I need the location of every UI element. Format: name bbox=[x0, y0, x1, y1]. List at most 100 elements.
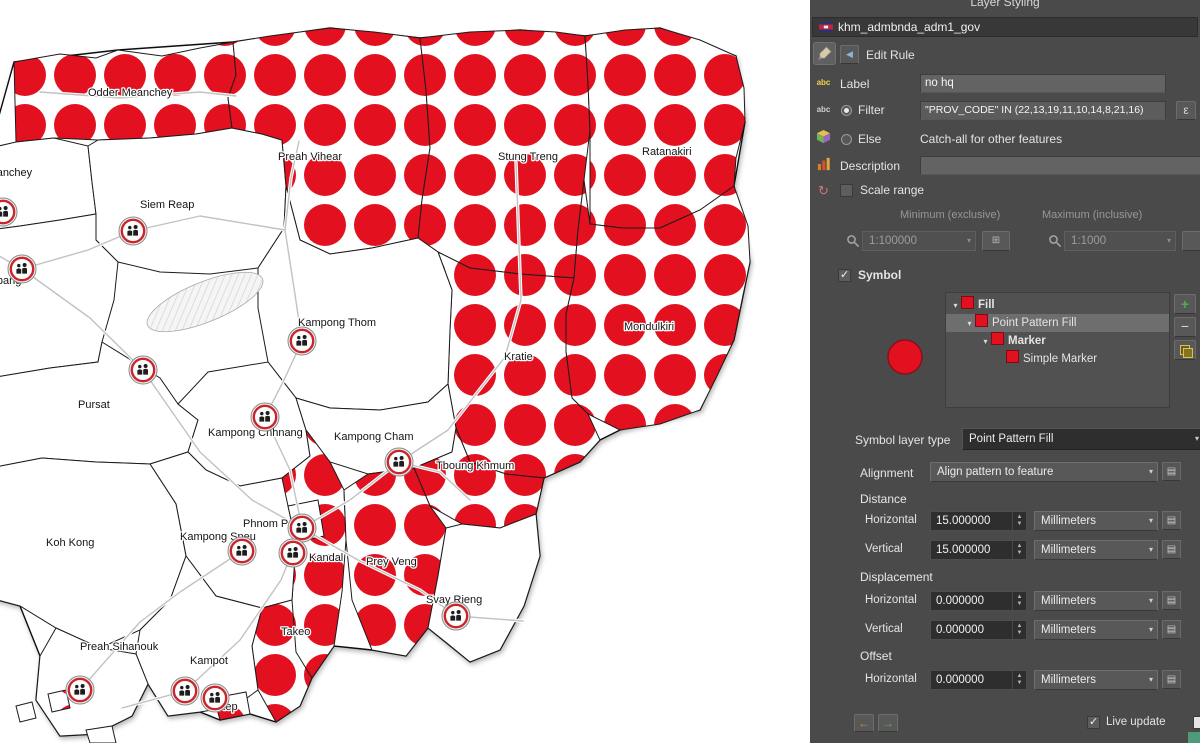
tree-item-point-pattern-fill[interactable]: ▾Point Pattern Fill bbox=[946, 314, 1169, 332]
map-canvas[interactable]: Odder MeancheyBanteay MeancheySiem ReapP… bbox=[0, 0, 810, 743]
distance-vertical-unit-combo[interactable]: Millimeters▾ bbox=[1034, 540, 1158, 560]
province-label: Koh Kong bbox=[46, 537, 94, 549]
province-label: Kampong Cham bbox=[334, 431, 414, 443]
filter-radio[interactable] bbox=[841, 105, 852, 116]
offset-horizontal-unit-combo[interactable]: Millimeters▾ bbox=[1034, 670, 1158, 690]
data-defined-override-button[interactable]: ▤ bbox=[1162, 540, 1181, 559]
spin-arrows-icon[interactable]: ▲▼ bbox=[1012, 671, 1026, 689]
displacement-vertical-spinbox[interactable]: 0.000000▲▼ bbox=[930, 620, 1027, 640]
island-2[interactable] bbox=[16, 702, 36, 722]
offset-label: Offset bbox=[860, 649, 892, 663]
chevron-down-icon: ▾ bbox=[967, 232, 971, 250]
data-defined-override-button[interactable]: ▤ bbox=[1162, 670, 1181, 689]
data-defined-override-button[interactable]: ▤ bbox=[1162, 591, 1181, 610]
diagrams-tab[interactable] bbox=[813, 153, 834, 174]
hq-marker bbox=[251, 403, 279, 431]
data-defined-icon: ▤ bbox=[1167, 544, 1176, 555]
expression-builder-button[interactable]: ε bbox=[1176, 101, 1196, 120]
description-input[interactable] bbox=[920, 156, 1200, 175]
set-to-current-scale-button[interactable]: ⊞ bbox=[982, 231, 1010, 251]
expander-icon[interactable]: ▾ bbox=[950, 297, 961, 315]
province-label: Tboung Khmum bbox=[436, 460, 514, 472]
spin-arrows-icon[interactable]: ▲▼ bbox=[1012, 541, 1026, 559]
distance-horizontal-unit-combo[interactable]: Millimeters▾ bbox=[1034, 511, 1158, 531]
zoom-out-icon bbox=[846, 234, 860, 248]
remove-symbol-layer-button[interactable]: − bbox=[1174, 317, 1196, 337]
marker-swatch-icon bbox=[991, 332, 1004, 345]
spin-arrows-icon[interactable]: ▲▼ bbox=[1012, 621, 1026, 639]
duplicate-icon-back bbox=[1183, 348, 1193, 358]
tree-item-marker[interactable]: ▾Marker bbox=[946, 332, 1169, 350]
plus-icon: + bbox=[1181, 296, 1189, 312]
tree-item-simple-marker[interactable]: Simple Marker bbox=[946, 350, 1169, 368]
data-defined-override-button[interactable]: ▤ bbox=[1162, 620, 1181, 639]
offset-horizontal-spinbox[interactable]: 0.000000▲▼ bbox=[930, 670, 1027, 690]
layer-selector[interactable]: khm_admbnda_adm1_gov bbox=[812, 17, 1198, 37]
label-input[interactable]: no hq bbox=[920, 74, 1166, 93]
distance-vertical-label: Vertical bbox=[865, 543, 903, 555]
data-defined-override-button[interactable]: ▤ bbox=[1162, 462, 1181, 481]
clipped-checkbox[interactable] bbox=[1193, 716, 1200, 729]
data-defined-override-button[interactable]: ▤ bbox=[1162, 511, 1181, 530]
duplicate-symbol-layer-button[interactable] bbox=[1174, 340, 1196, 360]
displacement-horizontal-unit-combo[interactable]: Millimeters▾ bbox=[1034, 591, 1158, 611]
hq-marker bbox=[171, 677, 199, 705]
province-label: Siem Reap bbox=[140, 199, 194, 211]
filter-expression-input[interactable]: "PROV_CODE" IN (22,13,19,11,10,14,8,21,1… bbox=[920, 101, 1166, 120]
symbol-layer-type-combo[interactable]: Point Pattern Fill▾ bbox=[962, 428, 1200, 450]
back-button[interactable]: ◀ bbox=[840, 45, 859, 64]
spin-arrows-icon[interactable]: ▲▼ bbox=[1012, 592, 1026, 610]
layer-name: khm_admbnda_adm1_gov bbox=[838, 20, 980, 34]
scale-range-checkbox[interactable] bbox=[840, 184, 853, 197]
displacement-horizontal-spinbox[interactable]: 0.000000▲▼ bbox=[930, 591, 1027, 611]
view-3d-tab[interactable] bbox=[813, 126, 834, 147]
labels-tab[interactable]: abc bbox=[813, 72, 834, 93]
minus-icon: − bbox=[1181, 318, 1189, 334]
label-label: Label bbox=[840, 77, 869, 91]
symbol-layer-tree: ▾Fill ▾Point Pattern Fill ▾Marker Simple… bbox=[945, 292, 1170, 408]
filter-label: Filter bbox=[858, 103, 885, 117]
data-defined-icon: ▤ bbox=[1167, 515, 1176, 526]
displacement-vertical-unit-combo[interactable]: Millimeters▾ bbox=[1034, 620, 1158, 640]
data-defined-icon: ▤ bbox=[1167, 674, 1176, 685]
chevron-down-icon: ▾ bbox=[1149, 621, 1153, 639]
pattern-swatch-icon bbox=[975, 314, 988, 327]
chevron-down-icon: ▾ bbox=[1167, 232, 1171, 250]
province-label: Prey Veng bbox=[366, 556, 417, 568]
chevron-down-icon: ▾ bbox=[1149, 463, 1153, 481]
undo-style-button[interactable]: ← bbox=[854, 714, 874, 732]
add-symbol-layer-button[interactable]: + bbox=[1174, 294, 1196, 314]
alignment-combo[interactable]: Align pattern to feature▾ bbox=[930, 462, 1158, 482]
symbology-tab[interactable] bbox=[813, 42, 836, 65]
redo-style-button[interactable]: → bbox=[878, 714, 898, 732]
minimum-scale-combo[interactable]: 1:100000▾ bbox=[862, 231, 976, 251]
live-update-label: Live update bbox=[1106, 716, 1165, 728]
expander-icon[interactable]: ▾ bbox=[980, 333, 991, 351]
symbol-preview bbox=[883, 335, 927, 379]
clipped-scale-button[interactable] bbox=[1182, 231, 1200, 251]
epsilon-icon: ε bbox=[1183, 103, 1188, 117]
cambodia-map[interactable]: Odder MeancheyBanteay MeancheySiem ReapP… bbox=[0, 0, 810, 743]
spin-arrows-icon[interactable]: ▲▼ bbox=[1012, 512, 1026, 530]
history-tab[interactable]: ↻ bbox=[813, 180, 834, 201]
labels-icon: abc bbox=[817, 78, 831, 87]
live-update-checkbox[interactable] bbox=[1087, 716, 1100, 729]
qgis-window: Odder MeancheyBanteay MeancheySiem ReapP… bbox=[0, 0, 1200, 743]
chevron-down-icon: ▾ bbox=[1149, 512, 1153, 530]
distance-horizontal-spinbox[interactable]: 15.000000▲▼ bbox=[930, 511, 1027, 531]
maximum-scale-combo[interactable]: 1:1000▾ bbox=[1064, 231, 1176, 251]
scale-range-label: Scale range bbox=[860, 183, 924, 197]
else-radio[interactable] bbox=[841, 134, 852, 145]
expander-icon[interactable]: ▾ bbox=[964, 315, 975, 333]
tree-item-fill[interactable]: ▾Fill bbox=[946, 296, 1169, 314]
canvas-extent-icon: ⊞ bbox=[992, 235, 1000, 246]
hq-marker bbox=[385, 448, 413, 476]
province-label: Stung Treng bbox=[498, 151, 558, 163]
hq-marker bbox=[288, 514, 316, 542]
symbol-checkbox[interactable] bbox=[838, 269, 851, 282]
mask-tab[interactable]: abc bbox=[813, 99, 834, 120]
province-label: Banteay Meanchey bbox=[0, 167, 33, 179]
distance-vertical-spinbox[interactable]: 15.000000▲▼ bbox=[930, 540, 1027, 560]
3d-cube-icon bbox=[816, 129, 831, 144]
symbol-label: Symbol bbox=[858, 268, 901, 282]
